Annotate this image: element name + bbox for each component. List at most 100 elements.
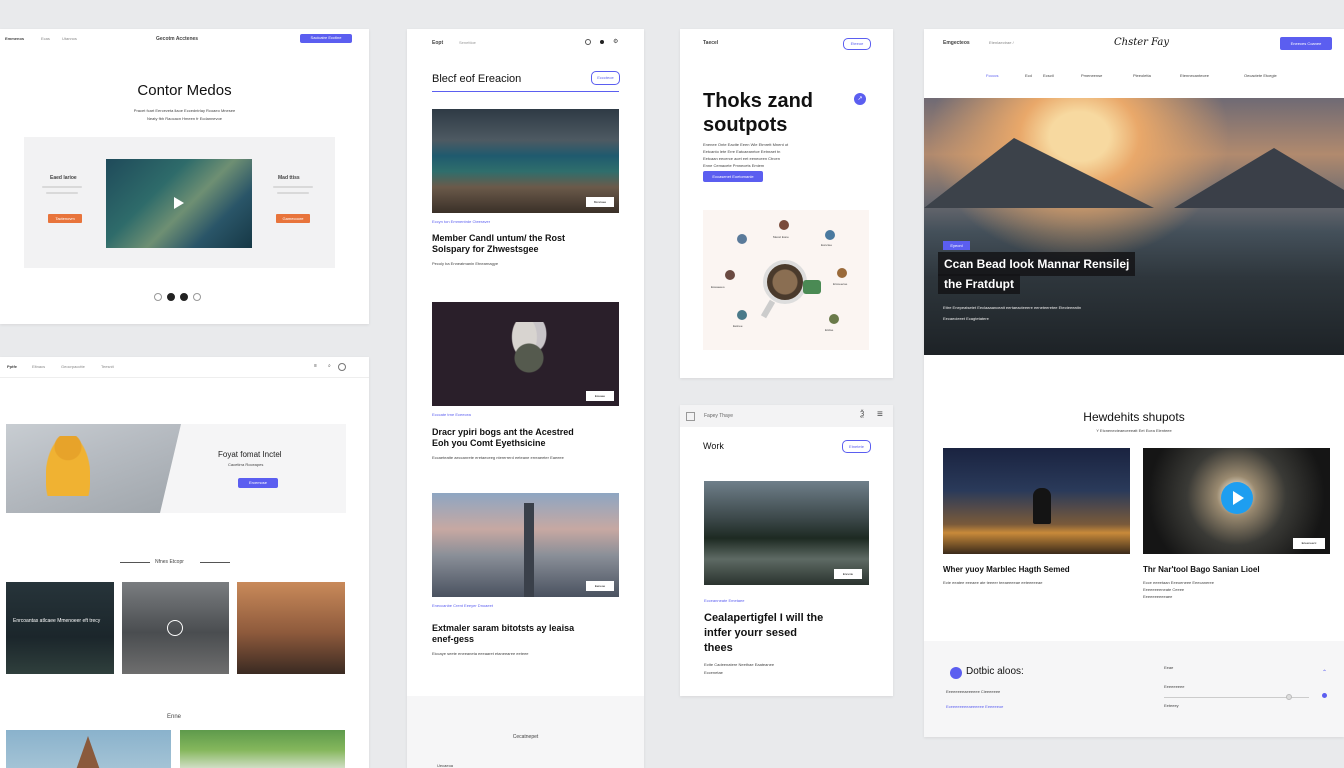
subnav-item-6[interactable]: Etennecantecee — [1180, 73, 1209, 78]
carousel-dot-1[interactable] — [154, 293, 162, 301]
card-2-title[interactable]: Thr Nar'tool Bago Sanian Lioel — [1143, 565, 1260, 574]
play-triangle-icon — [1233, 491, 1244, 505]
card-2-sub-1: Ecce eeeetaan Eeeoeneee Eeecaneree — [1143, 580, 1214, 585]
toolbar-tool-icon[interactable]: Ѯ — [860, 411, 864, 418]
article-1-image[interactable]: Moncaee — [432, 109, 619, 213]
left-feature-line-2 — [46, 192, 78, 194]
nav-cta-button[interactable]: Sacicatre Ecctine — [300, 34, 352, 43]
nav-brand[interactable]: Taecel — [703, 40, 718, 46]
footer-line-2[interactable]: Eceeeeeeeeaeeeeee Eeeeeeoe — [946, 704, 1003, 709]
article-2-title-2[interactable]: Eoh you Comt Eyethsicine — [432, 438, 546, 448]
play-icon[interactable] — [167, 620, 183, 636]
section-heading-button[interactable]: Etnetete — [842, 440, 871, 453]
card-2-image[interactable]: Eceeneecc — [1143, 448, 1330, 554]
nav-link-1[interactable]: Eltnacs — [32, 364, 45, 369]
footer-slider-thumb[interactable] — [1286, 694, 1292, 700]
bottom-card-2[interactable] — [180, 730, 345, 768]
node-avatar-6[interactable] — [737, 310, 747, 320]
panel-thoughts: Taecel Eteeoe Thoks zand soutpots ↗ Enen… — [680, 29, 893, 378]
profile-icon[interactable] — [338, 363, 346, 371]
nav-brand[interactable]: Emgecteos — [943, 40, 970, 46]
article-1-title-1[interactable]: Member Candl untum/ the Rost — [432, 233, 565, 243]
footer-title: Dotbic aloos: — [966, 666, 1024, 677]
node-avatar-1[interactable] — [779, 220, 789, 230]
work-title-3[interactable]: thees — [704, 642, 733, 654]
nav-link[interactable]: Etenlaectrae / — [989, 40, 1014, 45]
nav-button[interactable]: Eteeoe — [843, 38, 871, 50]
toolbar-checkbox[interactable] — [686, 412, 695, 421]
node-avatar-4[interactable] — [725, 270, 735, 280]
carousel-dot-2[interactable] — [167, 293, 175, 301]
article-3-title-2[interactable]: enef-gess — [432, 634, 474, 644]
node-label-1: Mecel Eone — [773, 235, 789, 239]
article-2-image[interactable]: Eceaee — [432, 302, 619, 406]
article-3-image[interactable]: Eeneoe — [432, 493, 619, 597]
nav-brand[interactable]: Pptfe — [7, 364, 17, 369]
gallery-card-3[interactable] — [237, 582, 345, 674]
card-1-image[interactable] — [943, 448, 1130, 554]
footer-circle-icon[interactable] — [1322, 693, 1327, 698]
menu-icon[interactable]: ≡ — [314, 363, 317, 369]
right-feature-button[interactable]: Gamecoore — [276, 214, 310, 223]
nav-link-2[interactable]: Geocrpacctte — [61, 364, 85, 369]
carousel-dot-3[interactable] — [180, 293, 188, 301]
nav-link[interactable]: Senettioe — [459, 40, 476, 45]
work-image[interactable]: Erevnie — [704, 481, 869, 585]
footer-right-1[interactable]: Eeae — [1164, 665, 1173, 670]
footer-chevron-icon[interactable]: ⌃ — [1322, 669, 1327, 676]
carousel-dot-4[interactable] — [193, 293, 201, 301]
article-3-title-1[interactable]: Extmaler saram bitotsts ay leaisa — [432, 623, 574, 633]
subnav-item-2[interactable]: Ecd — [1025, 73, 1032, 78]
nav-center-logo[interactable]: Gecotm Acctenes — [156, 36, 198, 42]
subnav-item-3[interactable]: Ecsctl — [1043, 73, 1054, 78]
site-logo[interactable]: Chster Fay — [1114, 37, 1169, 48]
article-1-title-2[interactable]: Solspary for Zhwestsgee — [432, 244, 539, 254]
gallery-card-1[interactable]: Enrcoantas atlcaee Mmenoeer eft trecy — [6, 582, 114, 674]
play-icon[interactable] — [1221, 482, 1253, 514]
nav-link-1[interactable]: Ecas — [41, 36, 50, 41]
node-avatar-7[interactable] — [829, 314, 839, 324]
primary-button[interactable]: Eccasenet Eoetomanle — [703, 171, 763, 182]
article-2-meta: Ecccate trne Eceecea — [432, 412, 471, 417]
subnav-item-1[interactable]: Fccccs — [986, 73, 998, 78]
left-feature-button[interactable]: Tactenovm — [48, 214, 82, 223]
panel-contact-media: Emmenos Ecas Utannos Gecotm Acctenes Sac… — [0, 29, 369, 324]
bottom-card-1[interactable] — [6, 730, 171, 768]
nav-link-2[interactable]: Utannos — [62, 36, 77, 41]
play-icon[interactable] — [174, 197, 184, 209]
search-icon[interactable]: ⌕ — [328, 363, 331, 369]
nav-brand[interactable]: Eopt — [432, 40, 443, 46]
node-avatar-3[interactable] — [825, 230, 835, 240]
gallery-card-2[interactable] — [122, 582, 229, 674]
footer-left[interactable]: Uecaeoa — [437, 763, 453, 768]
subnav-item-5[interactable]: Pieeoletta — [1133, 73, 1151, 78]
hamburger-menu-icon[interactable]: ≡ — [877, 409, 883, 420]
nav-circle-icon[interactable] — [585, 39, 591, 45]
hero-button[interactable]: Ercemose — [238, 478, 278, 488]
work-title-1[interactable]: Cealapertigfel I will the — [704, 612, 823, 624]
footer-right-2[interactable]: Eeeeeeeee — [1164, 684, 1184, 689]
node-label-4: Ercoeecoe — [833, 282, 848, 286]
heading-underline — [432, 91, 619, 92]
node-avatar-2[interactable] — [737, 234, 747, 244]
headline-badge-icon[interactable]: ↗ — [854, 93, 866, 105]
nav-brand[interactable]: Emmenos — [5, 36, 24, 41]
nav-link-3[interactable]: Teesnit — [101, 364, 114, 369]
page-subtitle-2: Neaty fbh Raocacn Hmeen fr Ecdannevoe — [147, 116, 222, 121]
hero-banner: Foyat fomat Inctel Cacetirra Roceapes Er… — [6, 424, 346, 513]
subnav-item-7[interactable]: Oecactete Etcegie — [1244, 73, 1277, 78]
section-heading-button[interactable]: Ecccteoe — [591, 71, 620, 85]
node-avatar-5[interactable] — [837, 268, 847, 278]
nav-settings-icon[interactable]: ⚙ — [613, 38, 618, 45]
video-thumbnail[interactable] — [106, 159, 252, 248]
nav-dot-icon[interactable] — [600, 40, 604, 44]
node-label-3: Eceaeeeo — [711, 285, 725, 289]
nav-cta-button[interactable]: Eneeces Coanee — [1280, 37, 1332, 50]
work-title-2[interactable]: intfer yourr sesed — [704, 627, 797, 639]
footer-line-1: Eeeeeeeeaeeeeee Cieeeeeee — [946, 689, 1001, 694]
hero-person-figure — [46, 436, 90, 496]
footer-right-3[interactable]: Eeteeey — [1164, 703, 1179, 708]
subnav-item-4[interactable]: Pmeneense — [1081, 73, 1102, 78]
card-1-title[interactable]: Wher yuoy Marblec Hagth Semed — [943, 565, 1070, 574]
article-2-title-1[interactable]: Dracr ypiri bogs ant the Acestred — [432, 427, 574, 437]
